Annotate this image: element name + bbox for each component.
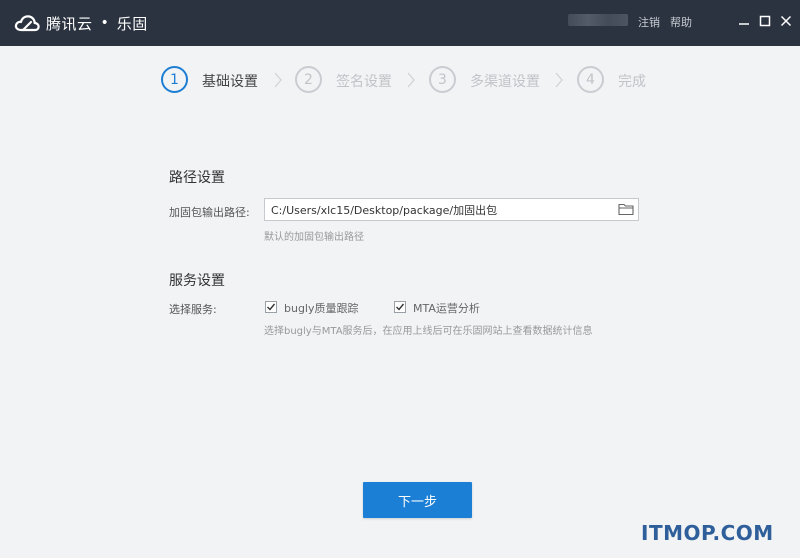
cloud-logo-icon — [14, 15, 40, 32]
service-hint: 选择bugly与MTA服务后，在应用上线后可在乐固网站上查看数据统计信息 — [264, 326, 593, 337]
maximize-button[interactable] — [757, 13, 773, 29]
step-3-label: 多渠道设置 — [470, 74, 540, 90]
mta-checkbox-label[interactable]: MTA运营分析 — [413, 300, 480, 316]
maximize-icon — [759, 15, 771, 27]
brand: 腾讯云 • 乐固 — [14, 13, 148, 34]
chevron-right-icon — [273, 72, 283, 88]
service-section-title: 服务设置 — [169, 273, 225, 289]
user-account-blurred — [568, 14, 628, 26]
output-path-hint: 默认的加固包输出路径 — [264, 232, 364, 243]
select-service-label: 选择服务: — [169, 303, 217, 316]
product-name: 乐固 — [116, 14, 148, 33]
close-button[interactable] — [778, 13, 794, 29]
checkmark-icon — [396, 303, 405, 311]
folder-icon[interactable] — [618, 202, 634, 216]
step-indicator: 1 基础设置 2 签名设置 3 多渠道设置 4 完成 — [0, 66, 800, 94]
brand-separator: • — [100, 15, 109, 31]
step-3-circle: 3 — [429, 66, 456, 93]
chevron-right-icon — [554, 72, 564, 88]
next-step-button[interactable]: 下一步 — [363, 482, 472, 518]
brand-name: 腾讯云 — [46, 14, 93, 33]
path-section-title: 路径设置 — [169, 170, 225, 186]
step-4-circle: 4 — [577, 66, 604, 93]
minimize-button[interactable] — [736, 13, 752, 29]
bugly-checkbox-label[interactable]: bugly质量跟踪 — [284, 300, 359, 316]
checkmark-icon — [267, 303, 276, 311]
output-path-label: 加固包输出路径: — [169, 206, 250, 219]
minimize-icon — [739, 23, 749, 25]
help-link[interactable]: 帮助 — [670, 14, 692, 30]
close-icon — [780, 15, 792, 27]
step-4-label: 完成 — [618, 74, 646, 90]
title-bar: 腾讯云 • 乐固 注销 帮助 — [0, 0, 800, 46]
step-2-label: 签名设置 — [336, 74, 392, 90]
chevron-right-icon — [406, 72, 416, 88]
step-1-label: 基础设置 — [202, 74, 258, 90]
step-1-circle: 1 — [161, 66, 188, 93]
output-path-input[interactable] — [264, 198, 639, 221]
watermark: ITMOP.COM — [641, 521, 774, 545]
bugly-checkbox[interactable] — [265, 301, 277, 313]
logout-link[interactable]: 注销 — [638, 14, 660, 30]
step-2-circle: 2 — [295, 66, 322, 93]
mta-checkbox[interactable] — [394, 301, 406, 313]
